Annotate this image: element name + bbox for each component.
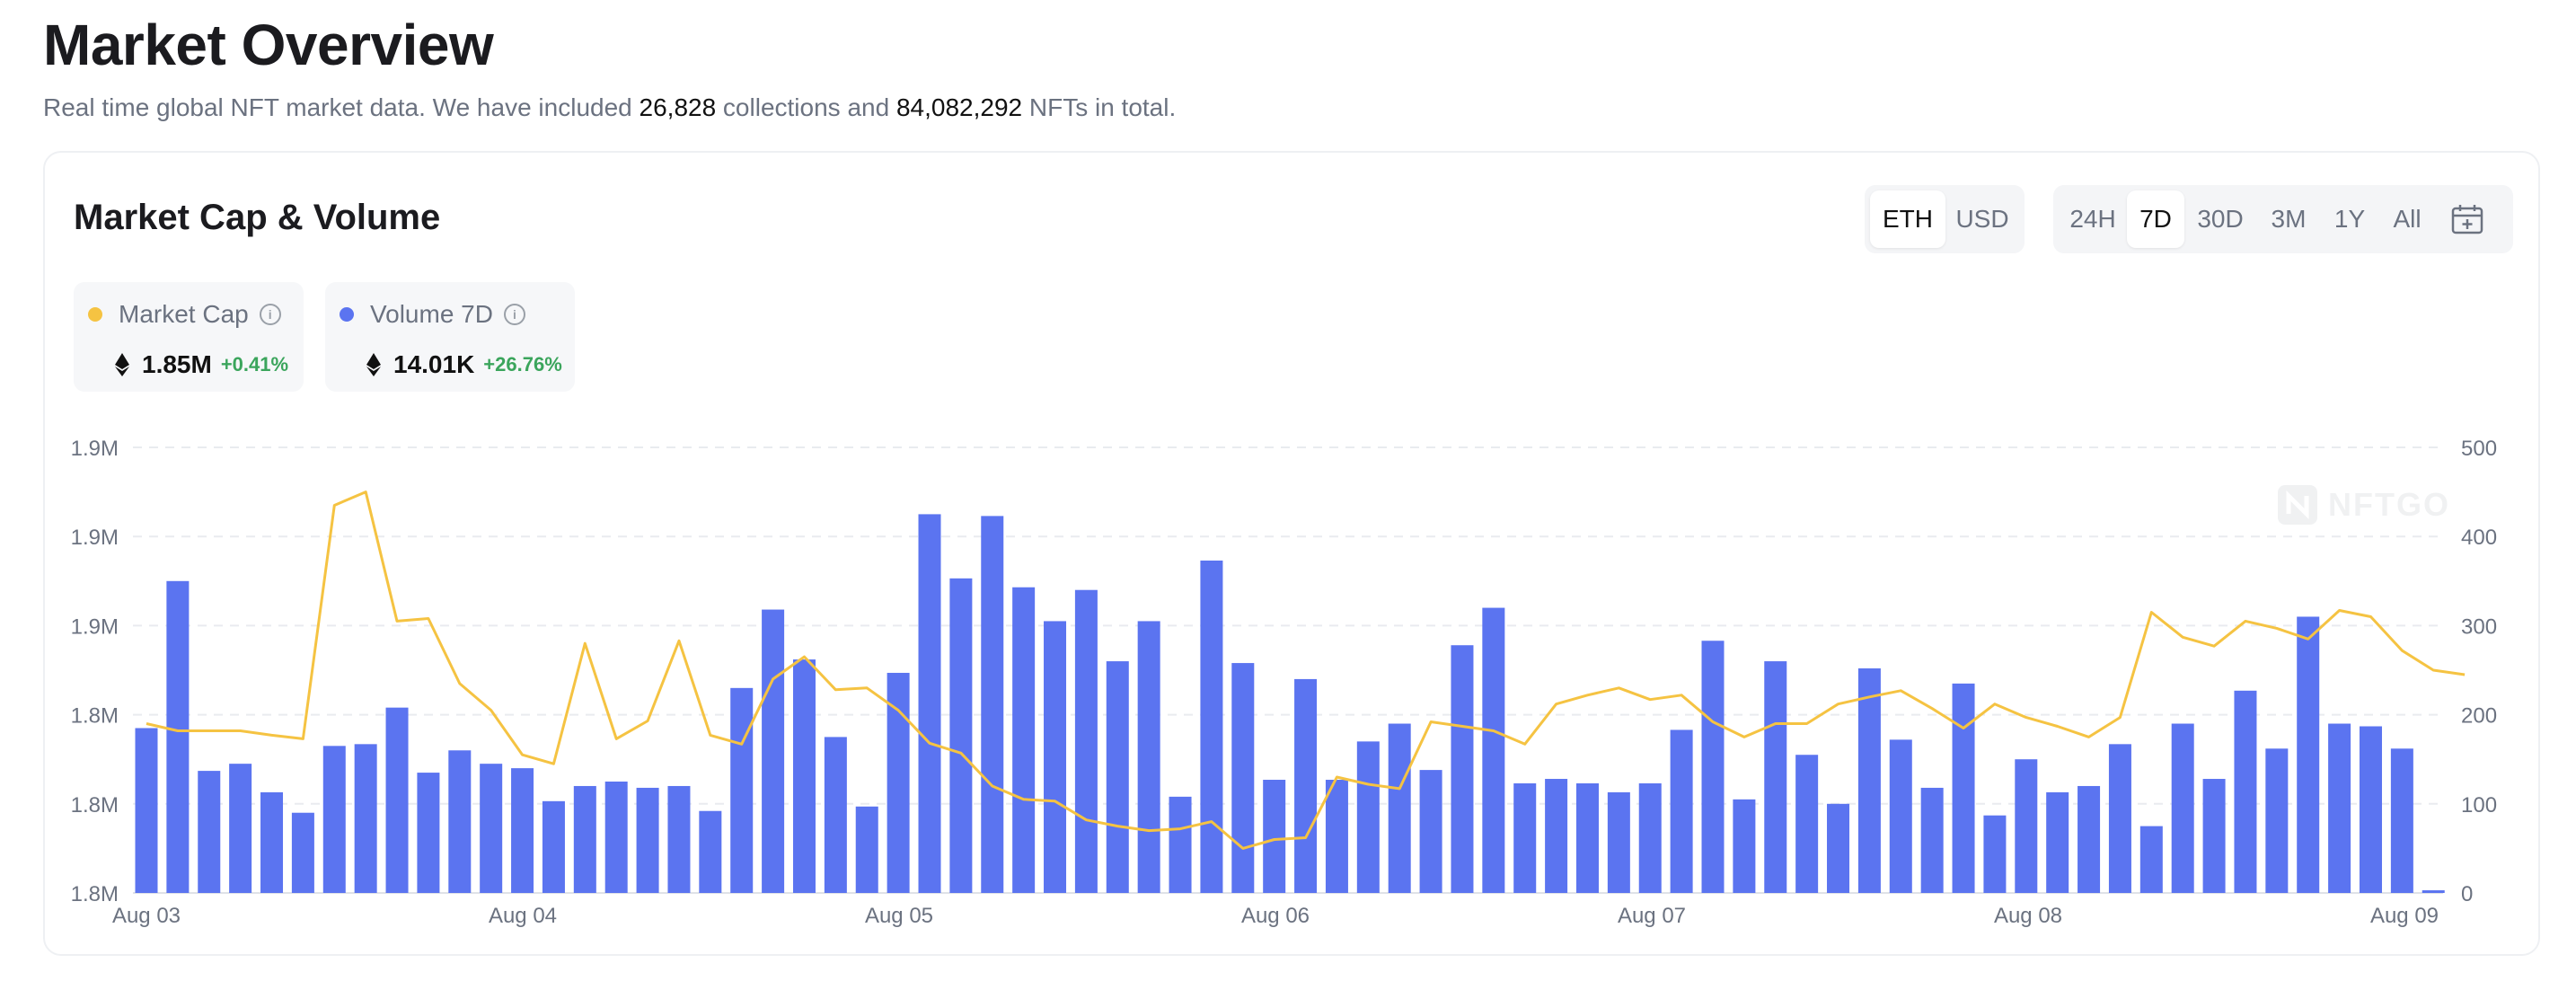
volume-bar xyxy=(166,580,190,893)
volume-bar xyxy=(1795,755,1819,893)
volume-bar xyxy=(2359,726,2382,893)
volume-bar xyxy=(1701,641,1725,893)
volume-bar xyxy=(1513,782,1537,893)
volume-bar xyxy=(229,764,252,893)
volume-bar xyxy=(1733,799,1756,893)
volume-bar xyxy=(2234,690,2257,893)
y-axis-right-tick-label: 200 xyxy=(2461,704,2497,729)
volume-bar xyxy=(1920,787,1944,893)
volume-bar xyxy=(918,514,941,893)
y-axis-left-tick-label: 1.8M xyxy=(71,793,119,818)
volume-bar xyxy=(1325,780,1348,893)
volume-bar xyxy=(604,782,628,893)
volume-bar xyxy=(981,516,1004,893)
y-axis-left-tick-label: 1.9M xyxy=(71,526,119,550)
volume-bar xyxy=(1106,661,1129,893)
volume-bar xyxy=(1575,782,1599,893)
volume-bar xyxy=(1451,645,1474,893)
volume-bar xyxy=(1294,678,1318,893)
y-axis-right-tick-label: 0 xyxy=(2461,882,2473,906)
volume-bar xyxy=(2015,759,2038,893)
volume-bar xyxy=(417,773,440,893)
volume-bar xyxy=(2422,890,2445,893)
volume-bar xyxy=(1952,683,1975,893)
volume-bar xyxy=(2390,748,2413,893)
volume-bar xyxy=(1419,770,1442,893)
volume-bar xyxy=(1169,796,1192,893)
volume-bar xyxy=(2139,826,2163,893)
volume-bar xyxy=(1482,607,1505,893)
y-axis-right-tick-label: 300 xyxy=(2461,614,2497,639)
volume-bar xyxy=(762,609,785,893)
volume-bar xyxy=(2171,723,2194,893)
volume-bar xyxy=(1263,780,1286,893)
volume-bar xyxy=(699,810,722,893)
volume-bar xyxy=(1200,560,1223,893)
volume-bar xyxy=(542,800,565,893)
x-axis-tick-label: Aug 08 xyxy=(1994,904,2062,928)
volume-bar xyxy=(730,687,754,893)
volume-bar xyxy=(2078,785,2101,893)
volume-bar xyxy=(1857,668,1881,893)
x-axis-tick-label: Aug 03 xyxy=(112,904,181,928)
volume-bar xyxy=(260,791,284,893)
volume-bar xyxy=(573,785,596,893)
volume-bar xyxy=(1670,729,1693,893)
x-axis-tick-label: Aug 06 xyxy=(1241,904,1310,928)
volume-bar xyxy=(291,812,314,893)
y-axis-right-tick-label: 100 xyxy=(2461,793,2497,818)
volume-bar xyxy=(1137,621,1160,893)
volume-bar xyxy=(2297,616,2320,893)
y-axis-right-tick-label: 500 xyxy=(2461,437,2497,461)
volume-bar xyxy=(667,785,691,893)
volume-bar xyxy=(1607,791,1630,893)
volume-bar xyxy=(2202,779,2226,893)
volume-bar xyxy=(198,771,221,893)
volume-bar xyxy=(1983,815,2007,893)
volume-bar xyxy=(480,764,503,893)
volume-bar xyxy=(824,737,847,893)
volume-bar xyxy=(1889,739,1912,893)
volume-bar xyxy=(2108,744,2131,893)
volume-bar xyxy=(385,707,409,893)
volume-bar xyxy=(2265,748,2289,893)
volume-bar xyxy=(1356,741,1380,893)
volume-bar xyxy=(511,768,534,893)
volume-bar xyxy=(322,746,346,893)
volume-bar xyxy=(1545,779,1568,893)
volume-bar xyxy=(1074,589,1098,893)
volume-bar xyxy=(949,578,973,893)
volume-bar xyxy=(636,787,659,893)
y-axis-left-tick-label: 1.9M xyxy=(71,437,119,461)
volume-bar xyxy=(1044,621,1067,893)
x-axis-tick-label: Aug 09 xyxy=(2370,904,2439,928)
y-axis-left-tick-label: 1.8M xyxy=(71,882,119,906)
volume-bar xyxy=(792,659,816,893)
volume-bar xyxy=(855,806,878,893)
volume-bar xyxy=(2046,791,2069,893)
volume-bar xyxy=(135,728,158,893)
volume-bar xyxy=(448,750,472,893)
volume-bar xyxy=(2328,723,2351,893)
x-axis-tick-label: Aug 07 xyxy=(1618,904,1686,928)
market-chart: 1.8M 0 1.8M 100 1.8M 200 1.9M 300 1.9M 400 1.9M 500… xyxy=(71,437,2497,928)
y-axis-left-tick-label: 1.8M xyxy=(71,704,119,729)
y-axis-left-tick-label: 1.9M xyxy=(71,614,119,639)
volume-bar xyxy=(354,744,377,893)
volume-bar xyxy=(1388,723,1411,893)
volume-bar xyxy=(1012,587,1036,893)
volume-bar xyxy=(1764,661,1787,893)
y-axis-right-tick-label: 400 xyxy=(2461,526,2497,550)
volume-bar xyxy=(1827,803,1850,893)
x-axis-tick-label: Aug 05 xyxy=(865,904,933,928)
volume-bar xyxy=(1231,663,1255,893)
volume-bar xyxy=(1638,782,1662,893)
x-axis-tick-label: Aug 04 xyxy=(489,904,557,928)
